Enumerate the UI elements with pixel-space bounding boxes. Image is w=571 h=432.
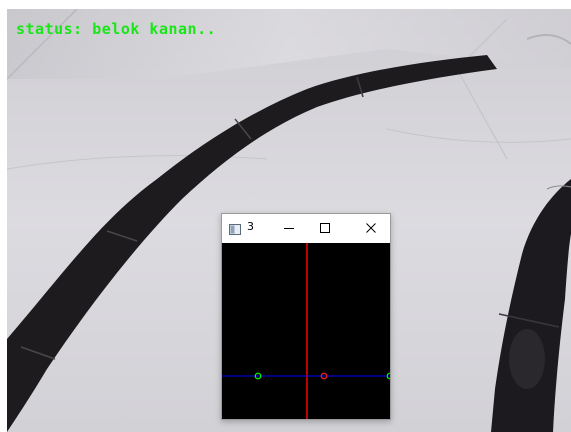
minimize-icon	[284, 228, 294, 229]
close-icon	[366, 223, 376, 233]
maximize-button[interactable]	[308, 214, 342, 243]
window-title: 3	[247, 220, 254, 233]
window-titlebar[interactable]: 3	[222, 214, 390, 243]
window-app-icon	[229, 222, 241, 235]
close-button[interactable]	[354, 214, 388, 243]
processed-image-canvas	[222, 243, 390, 419]
minimize-button[interactable]	[272, 214, 306, 243]
desktop-screen: status: belok kanan.. 3	[0, 0, 571, 432]
image-window[interactable]: 3	[221, 213, 391, 420]
status-text: status: belok kanan..	[16, 20, 217, 38]
maximize-icon	[320, 223, 330, 233]
